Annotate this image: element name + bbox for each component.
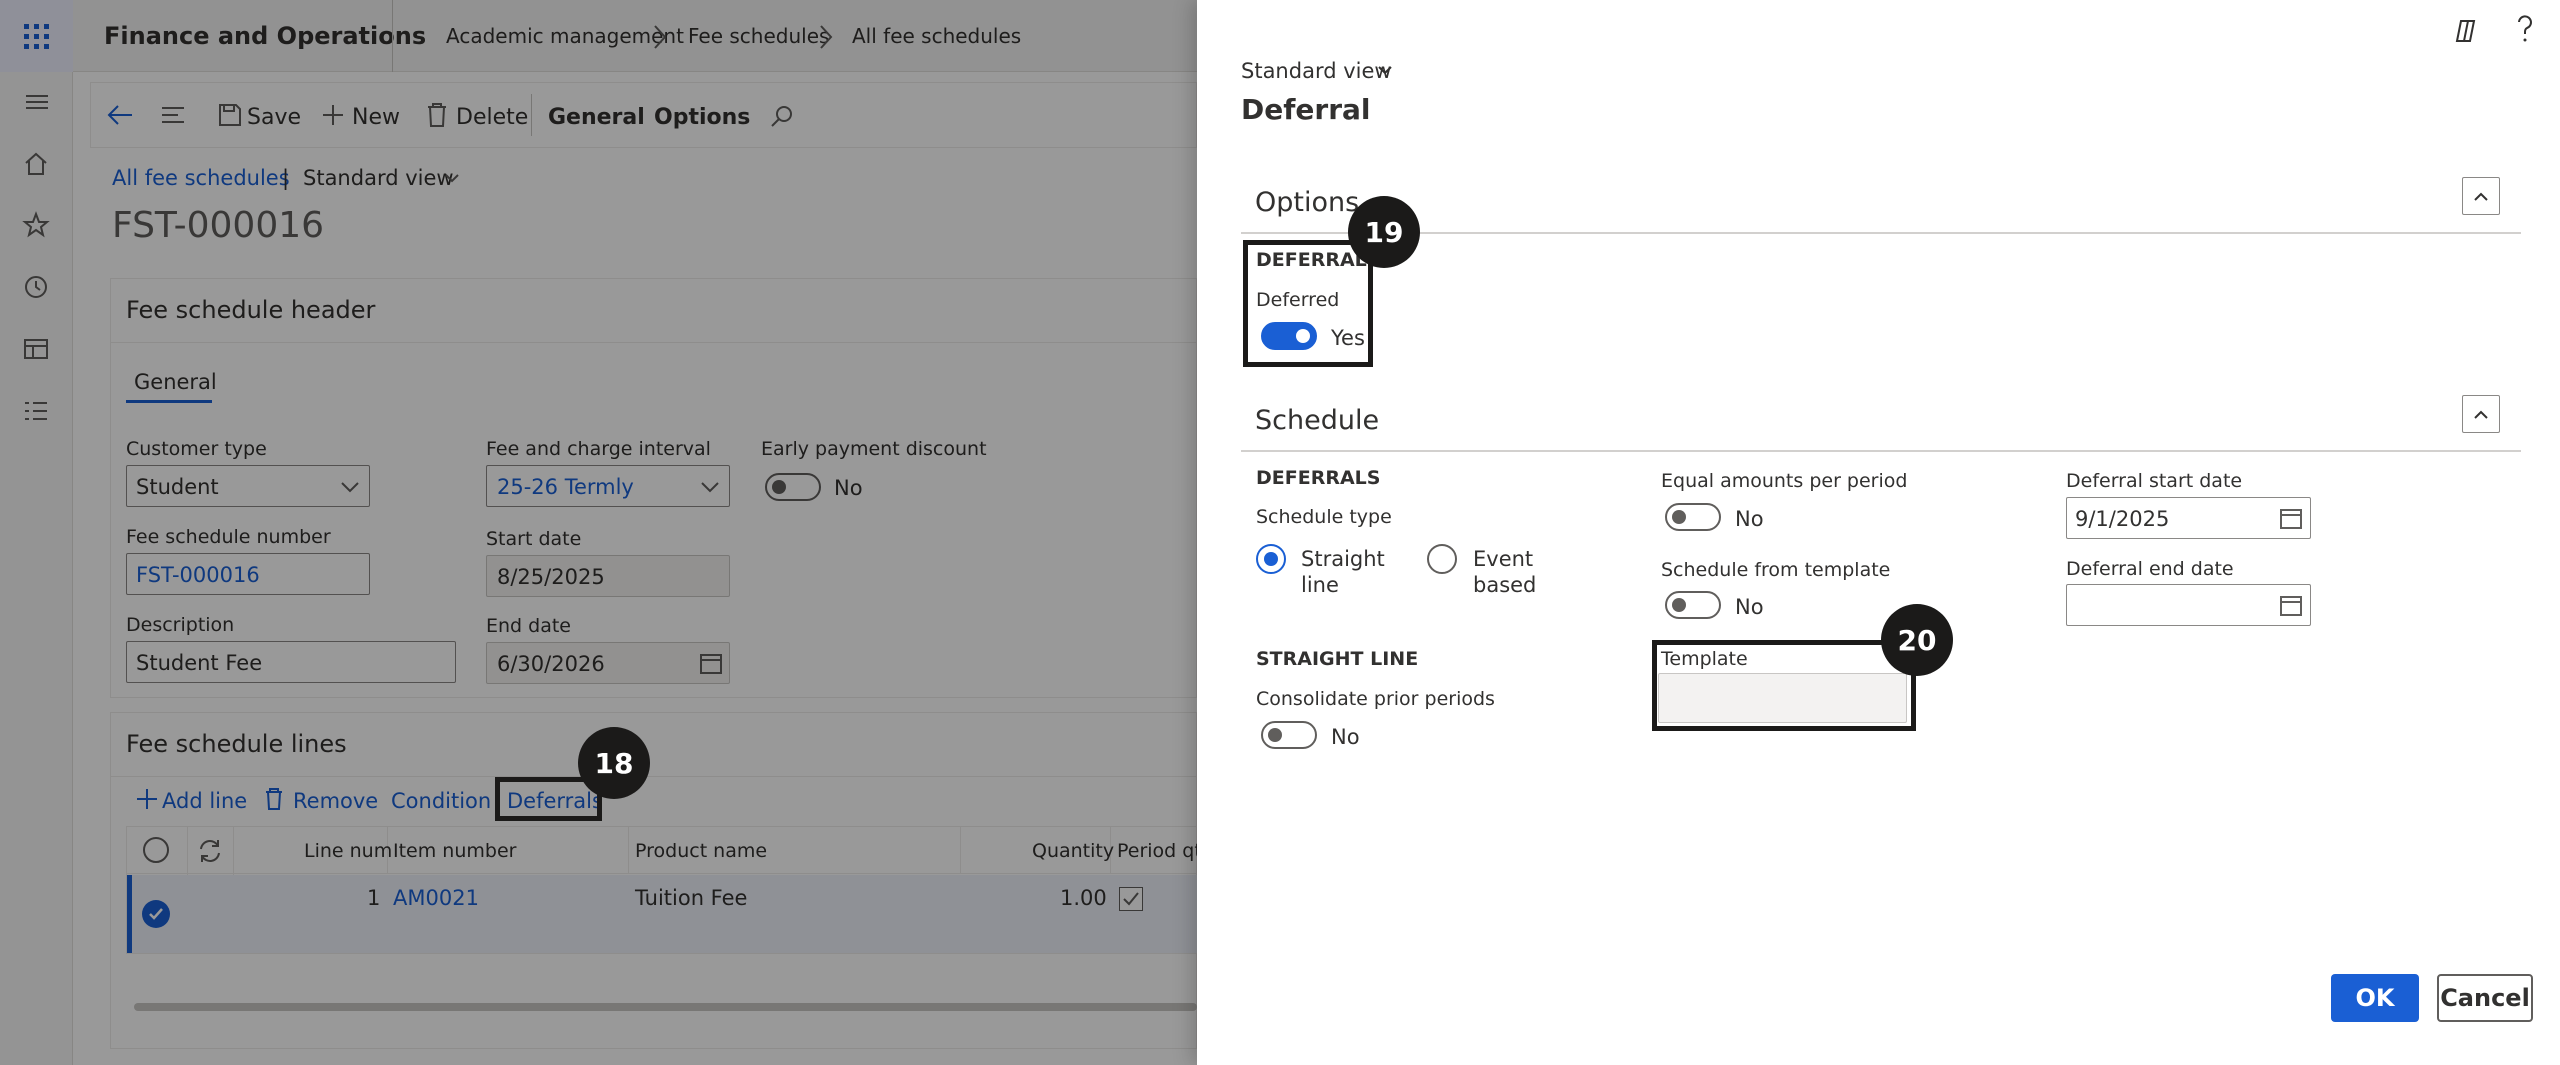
options-section-divider: [1241, 232, 2521, 234]
schedule-section-title[interactable]: Schedule: [1255, 407, 1379, 434]
copilot-icon[interactable]: [2453, 18, 2479, 44]
deferrals-group-label: DEFERRALS: [1256, 467, 1381, 489]
chevron-up-icon: [2474, 410, 2488, 419]
straight-line-group-label: STRAIGHT LINE: [1256, 648, 1419, 670]
schedule-type-label: Schedule type: [1256, 506, 1392, 528]
equal-amounts-value: No: [1735, 507, 1764, 531]
event-based-radio[interactable]: [1427, 544, 1457, 574]
callout-18: 18: [578, 727, 650, 799]
consolidate-toggle[interactable]: [1261, 721, 1317, 749]
deferral-start-date-label: Deferral start date: [2066, 470, 2243, 492]
equal-amounts-toggle[interactable]: [1665, 503, 1721, 531]
straight-line-label-2: line: [1301, 573, 1339, 597]
highlight-template-field: [1652, 640, 1916, 731]
equal-amounts-label: Equal amounts per period: [1661, 470, 1908, 492]
callout-19: 19: [1348, 196, 1420, 268]
callout-20: 20: [1881, 604, 1953, 676]
panel-standard-view-selector[interactable]: Standard view: [1241, 61, 1392, 82]
event-based-label-2: based: [1473, 573, 1537, 597]
from-template-toggle[interactable]: [1665, 591, 1721, 619]
calendar-icon[interactable]: [2280, 594, 2302, 616]
cancel-button[interactable]: Cancel: [2437, 974, 2533, 1022]
deferral-end-date-label: Deferral end date: [2066, 558, 2234, 580]
straight-line-radio[interactable]: [1256, 544, 1286, 574]
consolidate-label: Consolidate prior periods: [1256, 688, 1495, 710]
modal-overlay[interactable]: [0, 0, 1197, 1065]
help-icon[interactable]: [2515, 14, 2535, 44]
options-section-title[interactable]: Options: [1255, 189, 1359, 216]
deferral-start-date-value: 9/1/2025: [2075, 507, 2170, 531]
chevron-down-icon: [1378, 66, 1392, 75]
consolidate-value: No: [1331, 725, 1360, 749]
event-based-label-1: Event: [1473, 547, 1534, 571]
chevron-up-icon: [2474, 192, 2488, 201]
from-template-value: No: [1735, 595, 1764, 619]
from-template-label: Schedule from template: [1661, 559, 1891, 581]
deferral-panel: Standard view Deferral Options DEFERRAL …: [1197, 0, 2560, 1065]
ok-button[interactable]: OK: [2331, 974, 2419, 1022]
highlight-deferred-group: [1243, 240, 1373, 367]
calendar-icon[interactable]: [2280, 507, 2302, 529]
straight-line-label-1: Straight: [1301, 547, 1385, 571]
schedule-section-divider: [1241, 450, 2521, 452]
panel-title: Deferral: [1241, 93, 1371, 126]
deferral-end-date-field[interactable]: [2066, 584, 2311, 626]
